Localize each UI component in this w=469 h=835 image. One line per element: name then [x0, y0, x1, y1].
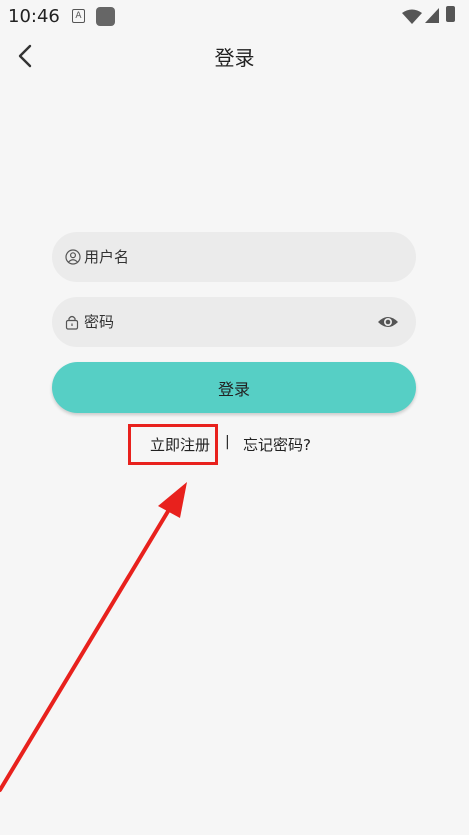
app-notification-icon [96, 7, 115, 26]
wifi-icon [402, 9, 422, 24]
auth-links: 立即注册 | 忘记密码? [0, 434, 469, 458]
signal-icon [425, 8, 439, 23]
eye-icon[interactable] [377, 312, 399, 332]
back-button[interactable] [10, 40, 42, 72]
page-title: 登录 [214, 46, 255, 70]
status-time: 10:46 [8, 6, 60, 27]
register-highlight-box [128, 424, 218, 465]
status-bar: 10:46 A [0, 0, 469, 34]
app-bar: 登录 [0, 34, 469, 78]
battery-icon [446, 6, 455, 22]
a-notification-icon: A [72, 9, 85, 23]
username-input[interactable] [84, 232, 384, 282]
username-field[interactable] [52, 232, 416, 282]
forgot-password-link[interactable]: 忘记密码? [243, 434, 311, 455]
user-icon [65, 249, 81, 265]
lock-icon [65, 315, 79, 330]
password-field[interactable] [52, 297, 416, 347]
link-divider: | [225, 434, 230, 450]
annotation-arrow [0, 482, 187, 792]
password-input[interactable] [84, 297, 384, 347]
chevron-left-icon [18, 44, 32, 68]
login-button[interactable]: 登录 [52, 362, 416, 413]
